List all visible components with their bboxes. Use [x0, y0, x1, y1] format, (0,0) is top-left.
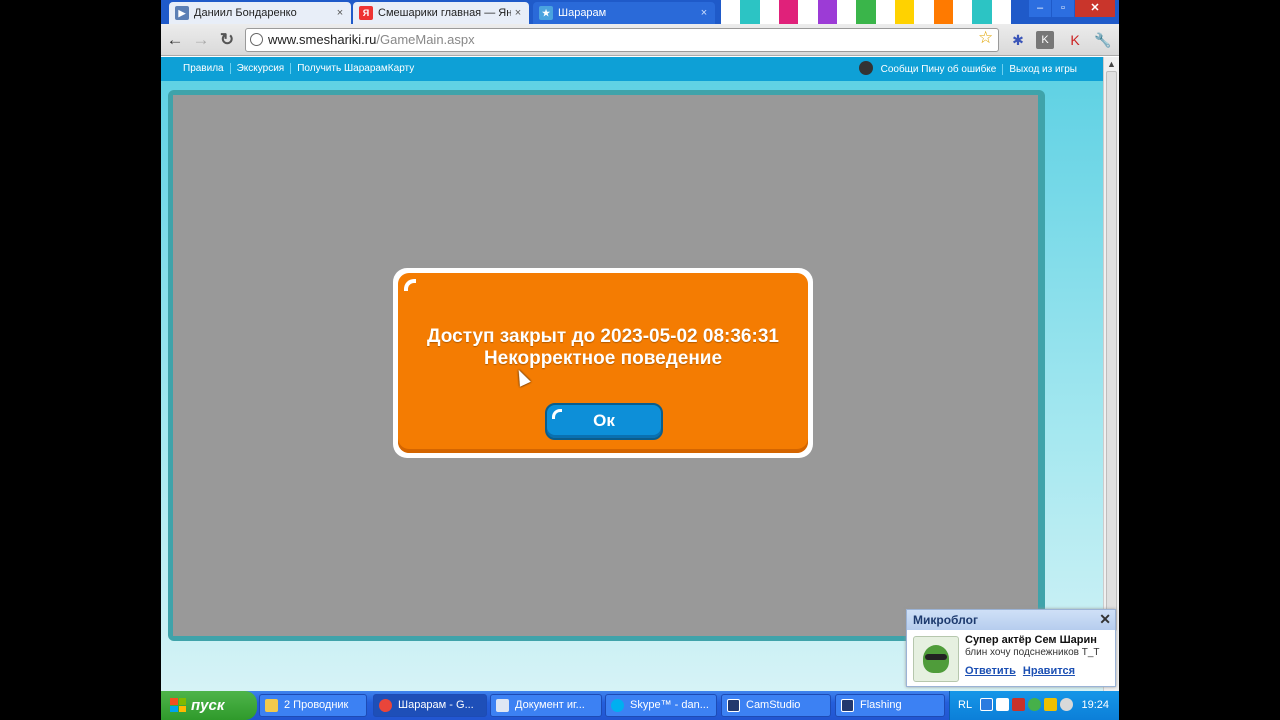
tab-daniil[interactable]: ▶ Даниил Бондаренко × — [169, 2, 351, 24]
task-label: Документ иг... — [515, 699, 585, 711]
screen: ▶ Даниил Бондаренко × Я Смешарики главна… — [161, 0, 1119, 720]
scrollbar-thumb[interactable] — [1106, 71, 1117, 631]
dialog-line-2: Некорректное поведение — [483, 348, 723, 369]
like-link[interactable]: Нравится — [1023, 665, 1075, 677]
tab-label: Шарарам — [558, 7, 607, 19]
tab-shararam[interactable]: ★ Шарарам × — [533, 2, 715, 24]
rules-link[interactable]: Правила — [183, 63, 230, 74]
task-label: Skype™ - dan... — [630, 699, 709, 711]
camstudio-icon — [727, 699, 740, 712]
tray-status-icon[interactable] — [1028, 698, 1041, 711]
url-path: /GameMain.aspx — [376, 32, 475, 47]
play-icon: ▶ — [175, 6, 189, 20]
scroll-up-icon[interactable]: ▲ — [1107, 59, 1116, 69]
gloss-highlight — [404, 279, 416, 291]
address-bar[interactable]: www.smeshariki.ru/GameMain.aspx — [245, 28, 999, 52]
reply-link[interactable]: Ответить — [965, 665, 1016, 677]
globe-icon — [250, 33, 263, 46]
tab-label: Смешарики главная — Яндекс — [378, 7, 511, 19]
nav-right: Сообщи Пину об ошибке Выход из игры — [858, 61, 1077, 75]
taskbar-item-camstudio[interactable]: CamStudio — [721, 694, 831, 717]
system-tray: RL 19:24 — [949, 691, 1119, 720]
task-label: Flashing — [860, 699, 902, 711]
pin-character-icon — [858, 61, 873, 75]
maximize-button[interactable]: ▫ — [1052, 0, 1074, 17]
tab-label: Даниил Бондаренко — [194, 7, 297, 19]
ok-button[interactable]: Ок — [545, 403, 663, 440]
taskbar: пуск 2 Проводник Шарарам - G... Документ… — [161, 691, 1119, 720]
tray-window-icon[interactable] — [996, 698, 1009, 711]
taskbar-item-skype[interactable]: Skype™ - dan... — [605, 694, 717, 717]
nav-links: Правила Экскурсия Получить ШарарамКарту — [183, 63, 420, 74]
taskbar-item-flashing[interactable]: Flashing — [835, 694, 945, 717]
reload-icon[interactable]: ↻ — [217, 30, 237, 50]
page-scrollbar[interactable]: ▲ — [1103, 57, 1119, 691]
shararam-icon: ★ — [539, 6, 553, 20]
extension-k-icon[interactable]: K — [1036, 31, 1054, 49]
folder-icon — [265, 699, 278, 712]
skype-icon — [611, 699, 624, 712]
tab-close-icon[interactable]: × — [697, 7, 711, 19]
taskbar-item-document[interactable]: Документ иг... — [490, 694, 602, 717]
start-button[interactable]: пуск — [161, 691, 257, 720]
avatar[interactable] — [913, 636, 959, 682]
tray-antivirus-icon[interactable] — [1012, 698, 1025, 711]
report-bug-link[interactable]: Сообщи Пину об ошибке — [881, 64, 1003, 75]
task-label: CamStudio — [746, 699, 801, 711]
post-text: блин хочу подснежников Т_Т — [965, 647, 1100, 658]
back-arrow-icon[interactable]: ← — [165, 30, 185, 50]
access-closed-dialog: Доступ закрыт до 2023-05-02 08:36:31 Нек… — [393, 268, 813, 458]
ok-label: Ок — [593, 411, 615, 430]
game-top-nav: Правила Экскурсия Получить ШарарамКарту … — [161, 57, 1103, 81]
desktop-background-stripes — [721, 0, 1011, 24]
extension-icon[interactable]: ✱ — [1009, 31, 1027, 49]
tray-app-icon[interactable] — [980, 698, 993, 711]
dialog-line-1: Доступ закрыт до 2023-05-02 08:36:31 — [427, 326, 779, 347]
tab-close-icon[interactable]: × — [333, 7, 347, 19]
clock: 19:24 — [1081, 699, 1109, 711]
language-indicator[interactable]: RL — [958, 699, 972, 711]
post-actions: Ответить Нравится — [965, 665, 1079, 677]
forward-arrow-icon[interactable]: → — [191, 30, 211, 50]
exit-game-link[interactable]: Выход из игры — [1002, 63, 1077, 75]
popup-close-icon[interactable]: ✕ — [1099, 611, 1111, 628]
taskbar-item-browser[interactable]: Шарарам - G... — [373, 694, 487, 717]
tray-icons — [980, 698, 1073, 711]
wrench-icon[interactable]: 🔧 — [1094, 31, 1112, 49]
task-label: Шарарам - G... — [398, 699, 474, 711]
tray-volume-icon[interactable] — [1060, 698, 1073, 711]
character-icon — [923, 645, 949, 673]
post-author: Супер актёр Сем Шарин — [965, 634, 1097, 646]
dialog-body: Доступ закрыт до 2023-05-02 08:36:31 Нек… — [398, 273, 808, 453]
gloss-highlight — [552, 409, 562, 419]
app-window-icon — [841, 699, 854, 712]
chrome-icon — [379, 699, 392, 712]
browser-toolbar: ← → ↻ www.smeshariki.ru/GameMain.aspx ☆ … — [161, 24, 1119, 56]
tray-star-icon[interactable] — [1044, 698, 1057, 711]
tab-strip: ▶ Даниил Бондаренко × Я Смешарики главна… — [161, 0, 1119, 24]
tab-close-icon[interactable]: × — [511, 7, 525, 19]
tour-link[interactable]: Экскурсия — [229, 63, 291, 74]
windows-flag-icon — [170, 698, 186, 712]
microblog-popup: Микроблог ✕ Супер актёр Сем Шарин блин х… — [906, 609, 1116, 687]
tab-smeshariki[interactable]: Я Смешарики главная — Яндекс × — [353, 2, 529, 24]
minimize-button[interactable]: – — [1029, 0, 1051, 17]
start-label: пуск — [191, 697, 225, 714]
extension-antivirus-icon[interactable]: K — [1066, 31, 1084, 49]
popup-title: Микроблог — [907, 610, 1115, 630]
get-card-link[interactable]: Получить ШарарамКарту — [290, 63, 420, 74]
close-window-button[interactable]: ✕ — [1075, 0, 1115, 17]
dialog-message: Доступ закрыт до 2023-05-02 08:36:31 Нек… — [398, 326, 808, 370]
url-domain: www.smeshariki.ru — [268, 32, 377, 47]
document-icon — [496, 699, 509, 712]
taskbar-item-explorer[interactable]: 2 Проводник — [259, 694, 367, 717]
yandex-icon: Я — [359, 6, 373, 20]
bookmark-star-icon[interactable]: ☆ — [978, 28, 993, 48]
task-label: 2 Проводник — [284, 699, 349, 711]
